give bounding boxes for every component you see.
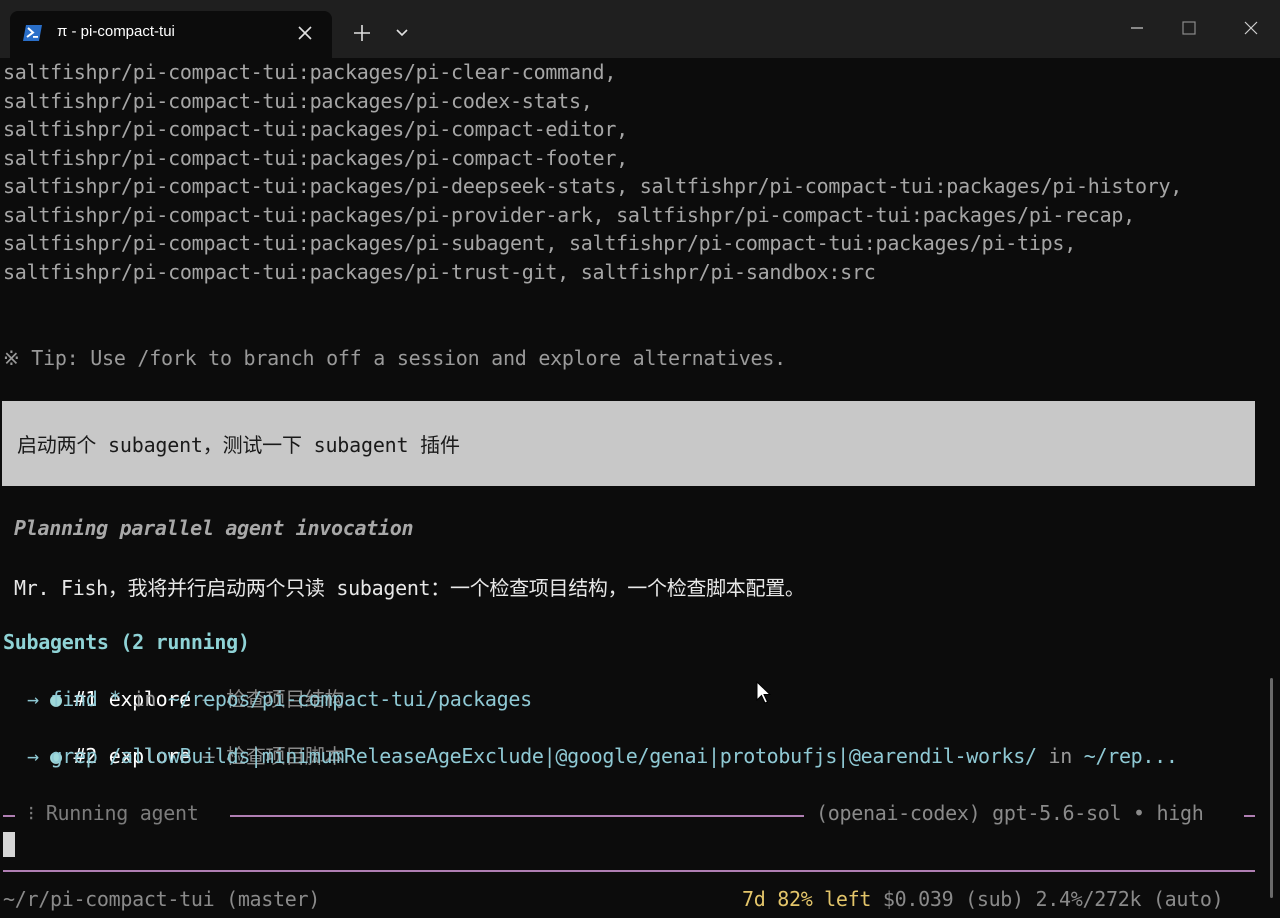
mouse-pointer-icon [756,681,772,704]
spinner-icon: ⁝ [28,801,35,825]
input-rule [3,870,1255,872]
powershell-icon [23,25,42,41]
subagent-command: → find * in ~/repos/pi-compact-tui/packa… [27,687,532,711]
command-in: in [1048,744,1084,768]
tab-pi-compact-tui[interactable]: π - pi-compact-tui [10,11,332,58]
user-message-box: 启动两个 subagent，测试一下 subagent 插件 [2,401,1255,486]
command-path: ~/repos/pi-compact-tui/packages [167,687,532,711]
title-bar: π - pi-compact-tui [0,0,1280,58]
command-text: find * [50,687,133,711]
running-label: Running agent [45,801,199,825]
minimize-icon[interactable] [1122,14,1152,42]
output-line: saltfishpr/pi-compact-tui:packages/pi-de… [3,174,1183,198]
arrow-icon: → [27,744,51,768]
thinking-label: Planning parallel agent invocation [14,516,414,540]
status-rule [3,815,15,817]
cost-stats: $0.039 (sub) 2.4%/272k (auto) [871,887,1224,911]
output-line: saltfishpr/pi-compact-tui:packages/pi-su… [3,231,1076,255]
output-line: saltfishpr/pi-compact-tui:packages/pi-co… [3,89,593,113]
tip-text: ※ Tip: Use /fork to branch off a session… [3,346,786,370]
terminal-pane[interactable]: saltfishpr/pi-compact-tui:packages/pi-cl… [0,58,1280,918]
arrow-icon: → [27,687,51,711]
scrollbar-thumb[interactable] [1270,678,1273,898]
subagents-header: Subagents (2 running) [3,630,250,654]
chevron-down-icon[interactable] [392,24,412,42]
output-line: saltfishpr/pi-compact-tui:packages/pi-co… [3,146,628,170]
usage-left: 7d 82% left [742,887,872,911]
close-icon[interactable] [294,22,316,44]
status-rule [230,815,804,817]
status-rule [1244,815,1255,817]
cwd-label: ~/r/pi-compact-tui (master) [3,887,321,911]
running-status: ⁝ Running agent [28,801,199,825]
output-line: saltfishpr/pi-compact-tui:packages/pi-cl… [3,60,617,84]
input-cursor[interactable] [3,832,15,857]
command-path: ~/rep... [1083,744,1178,768]
user-message: 启动两个 subagent，测试一下 subagent 插件 [17,433,460,457]
plus-icon[interactable] [350,21,374,45]
command-in: in [132,687,168,711]
output-line: saltfishpr/pi-compact-tui:packages/pi-pr… [3,203,1135,227]
usage-stats: 7d 82% left $0.039 (sub) 2.4%/272k (auto… [742,887,1224,911]
command-text: grep /allowBuilds|minimumReleaseAgeExclu… [50,744,1049,768]
assistant-reply: Mr. Fish，我将并行启动两个只读 subagent：一个检查项目结构，一个… [14,576,805,600]
maximize-icon[interactable] [1174,14,1204,42]
output-line: saltfishpr/pi-compact-tui:packages/pi-tr… [3,260,876,284]
tab-title: π - pi-compact-tui [57,23,175,40]
output-line: saltfishpr/pi-compact-tui:packages/pi-co… [3,117,628,141]
window-close-icon[interactable] [1236,14,1266,42]
model-label: (openai-codex) gpt-5.6-sol • high [816,801,1204,825]
subagent-command: → grep /allowBuilds|minimumReleaseAgeExc… [27,744,1178,768]
